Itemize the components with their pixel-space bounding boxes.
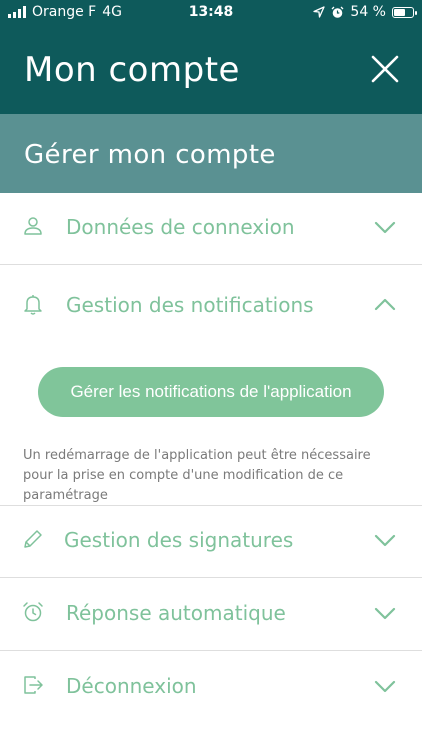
- chevron-down-icon: [374, 221, 396, 234]
- battery-percent: 54 %: [350, 4, 386, 20]
- chevron-down-icon: [374, 534, 396, 547]
- alarm-icon: [331, 6, 344, 18]
- accordion-item-login-data[interactable]: Données de connexion: [0, 193, 422, 265]
- accordion-item-label[interactable]: Gestion des notifications: [66, 293, 314, 317]
- chevron-down-icon: [374, 607, 396, 620]
- alarm-clock-icon: [23, 602, 43, 622]
- page-title: Mon compte: [24, 50, 240, 90]
- accordion-item-label: Données de connexion: [66, 215, 295, 239]
- accordion-item-notifications: Gestion des notifications Gérer les noti…: [0, 266, 422, 506]
- accordion-item-auto-reply[interactable]: Réponse automatique: [0, 579, 422, 651]
- close-icon[interactable]: [370, 54, 400, 84]
- logout-icon: [24, 676, 43, 694]
- location-icon: [313, 6, 326, 18]
- chevron-up-icon[interactable]: [374, 297, 396, 311]
- accordion-item-label: Déconnexion: [66, 674, 197, 698]
- restart-note: Un redémarrage de l'application peut êtr…: [23, 448, 371, 503]
- user-icon: [24, 217, 42, 235]
- chevron-down-icon: [374, 680, 396, 693]
- accordion-item-signatures[interactable]: Gestion des signatures: [0, 506, 422, 578]
- pencil-icon: [24, 530, 42, 548]
- accordion-item-label: Réponse automatique: [66, 601, 286, 625]
- accordion-item-label: Gestion des signatures: [64, 528, 294, 552]
- accordion-item-logout[interactable]: Déconnexion: [0, 652, 422, 724]
- battery-icon: [392, 6, 417, 18]
- section-header: Gérer mon compte: [0, 114, 422, 193]
- section-title: Gérer mon compte: [24, 140, 276, 170]
- status-bar: Orange F 4G 13:48 54 %: [0, 0, 422, 24]
- bell-icon: [24, 295, 42, 315]
- manage-notifications-button[interactable]: Gérer les notifications de l'application: [38, 367, 384, 417]
- app-header: Orange F 4G 13:48 54 % Mon compte: [0, 0, 422, 114]
